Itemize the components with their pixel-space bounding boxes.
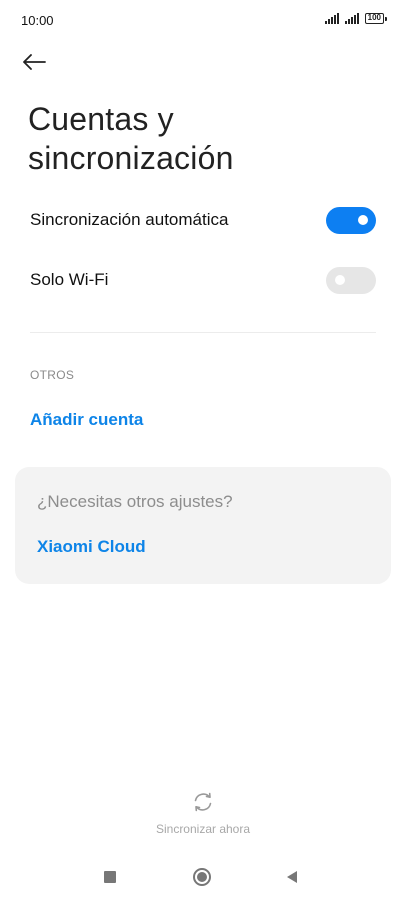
recents-button[interactable] [95,865,125,889]
divider [30,332,376,333]
page-title: Cuentas y sincronización [28,100,388,178]
battery-icon: 100 [364,13,387,24]
suggestion-card-title: ¿Necesitas otros ajustes? [37,492,233,511]
wifi-only-row[interactable]: Solo Wi-Fi [30,255,376,305]
sync-now-label: Sincronizar ahora [155,822,251,836]
circle-icon [193,868,211,886]
auto-sync-toggle[interactable] [326,206,376,234]
suggestion-card: ¿Necesitas otros ajustes? Xiaomi Cloud [15,467,391,584]
page-title-line1: Cuentas y [28,101,174,137]
add-account-link[interactable]: Añadir cuenta [30,410,143,430]
section-header-others: OTROS [30,368,75,382]
status-bar: 10:00 100 [0,0,406,40]
navigation-bar [0,855,406,899]
page-title-line2: sincronización [28,140,234,176]
circle-icon-dot [197,872,207,882]
auto-sync-label: Sincronización automática [30,210,229,229]
sync-icon [194,792,212,812]
auto-sync-row[interactable]: Sincronización automática [30,195,376,245]
home-button[interactable] [187,865,217,889]
square-icon [104,871,116,883]
toggle-knob [358,215,368,225]
wifi-only-label: Solo Wi-Fi [30,270,109,289]
toggle-knob [335,275,345,285]
triangle-back-icon [287,871,297,883]
sync-now-button[interactable]: Sincronizar ahora [103,790,303,840]
back-button[interactable] [22,45,66,79]
wifi-only-toggle[interactable] [326,266,376,294]
arrow-left-icon [23,54,46,70]
signal-icon [344,13,359,24]
xiaomi-cloud-link[interactable]: Xiaomi Cloud [37,537,146,557]
signal-icon [324,13,339,24]
battery-level: 100 [367,13,381,22]
nav-back-button[interactable] [277,865,307,889]
status-icons: 100 [324,13,387,24]
status-time: 10:00 [21,13,54,28]
